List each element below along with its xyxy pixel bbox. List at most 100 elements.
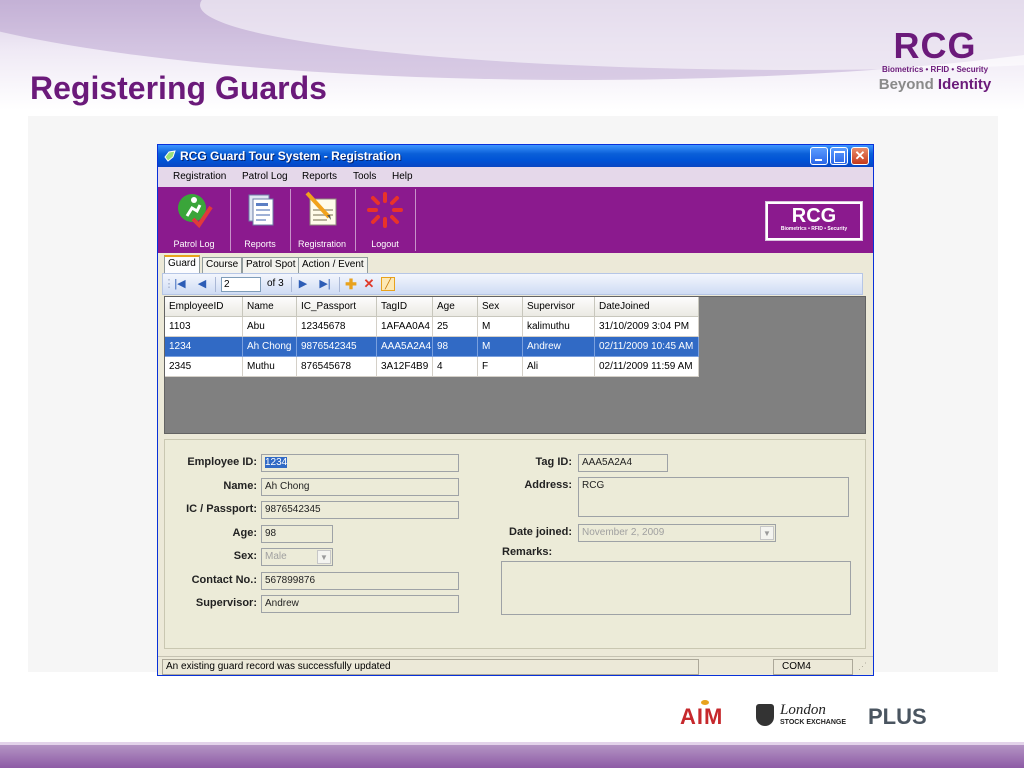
table-cell[interactable]: 1103 <box>165 317 243 337</box>
table-cell[interactable]: Muthu <box>243 357 297 377</box>
brand-slogan: Beyond Identity <box>870 76 1000 93</box>
table-cell[interactable]: 98 <box>433 337 478 357</box>
close-button[interactable]: ✕ <box>851 147 869 165</box>
contact-field[interactable]: 567899876 <box>261 572 459 590</box>
passport-field[interactable]: 9876542345 <box>261 501 459 519</box>
table-cell[interactable]: Ali <box>523 357 595 377</box>
table-cell[interactable]: M <box>478 317 523 337</box>
navigator-separator <box>215 277 216 292</box>
status-bar: An existing guard record was successfull… <box>158 656 873 675</box>
registration-button[interactable]: Registration <box>291 189 353 251</box>
table-cell[interactable]: 9876542345 <box>297 337 377 357</box>
minimize-button[interactable] <box>810 147 828 165</box>
title-bar[interactable]: RCG Guard Tour System - Registration ✕ <box>158 145 873 167</box>
remarks-field[interactable] <box>501 561 851 615</box>
supervisor-field[interactable]: Andrew <box>261 595 459 613</box>
toolbar-separator <box>415 189 416 251</box>
calendar-dropdown-icon[interactable]: ▼ <box>760 526 774 540</box>
column-header[interactable]: DateJoined <box>595 297 699 317</box>
reports-icon <box>248 194 274 226</box>
table-cell[interactable]: 2345 <box>165 357 243 377</box>
tag-id-field[interactable]: AAA5A2A4 <box>578 454 668 472</box>
table-cell[interactable]: F <box>478 357 523 377</box>
tab-patrol-spot[interactable]: Patrol Spot <box>242 257 300 273</box>
status-port: COM4 <box>773 659 853 675</box>
rcg-brand-logo: RCG Biometrics • RFID • Security Beyond … <box>870 28 1000 94</box>
registration-icon <box>305 191 337 226</box>
guard-data-grid: EmployeeID Name IC_Passport TagID Age Sex Supe… <box>164 296 866 434</box>
table-cell[interactable]: 3A12F4B9 <box>377 357 433 377</box>
date-joined-value: November 2, 2009 <box>582 527 665 538</box>
supervisor-label: Supervisor: <box>195 597 257 609</box>
table-cell[interactable]: 31/10/2009 3:04 PM <box>595 317 699 337</box>
column-header[interactable]: TagID <box>377 297 433 317</box>
table-cell[interactable]: M <box>478 337 523 357</box>
logout-button[interactable]: Logout <box>356 189 414 251</box>
column-header[interactable]: Supervisor <box>523 297 595 317</box>
table-cell[interactable]: 876545678 <box>297 357 377 377</box>
brand-slogan-prefix: Beyond <box>878 76 934 93</box>
table-cell[interactable]: 02/11/2009 10:45 AM <box>595 337 699 357</box>
slide-title: Registering Guards <box>30 70 327 106</box>
tab-course[interactable]: Course <box>202 257 243 273</box>
column-header[interactable]: IC_Passport <box>297 297 377 317</box>
table-cell[interactable]: kalimuthu <box>523 317 595 337</box>
brand-tagline: Biometrics • RFID • Security <box>881 65 989 74</box>
table-cell[interactable]: 12345678 <box>297 317 377 337</box>
last-record-icon[interactable]: ▶| <box>318 277 332 291</box>
age-label: Age: <box>232 527 257 539</box>
tab-action-event[interactable]: Action / Event <box>298 257 368 273</box>
resize-grip-icon[interactable]: ⋰ <box>858 661 870 673</box>
menu-registration[interactable]: Registration <box>173 171 226 182</box>
table-cell[interactable]: 02/11/2009 11:59 AM <box>595 357 699 377</box>
menu-bar: Registration Patrol Log Reports Tools He… <box>158 167 873 187</box>
window-title: RCG Guard Tour System - Registration <box>180 149 402 163</box>
table-cell[interactable]: Abu <box>243 317 297 337</box>
patrol-log-label: Patrol Log <box>173 239 215 249</box>
table-cell[interactable]: Andrew <box>523 337 595 357</box>
menu-patrol-log[interactable]: Patrol Log <box>242 171 288 182</box>
status-message: An existing guard record was successfull… <box>162 659 699 675</box>
close-icon: ✕ <box>854 148 866 163</box>
sex-dropdown[interactable]: Male ▼ <box>261 548 333 566</box>
table-cell[interactable]: 1AFAA0A4 <box>377 317 433 337</box>
add-record-icon[interactable]: ✚ <box>344 277 358 291</box>
date-joined-picker[interactable]: November 2, 2009 ▼ <box>578 524 776 542</box>
runner-check-icon <box>178 194 213 229</box>
name-label: Name: <box>223 480 257 492</box>
employee-id-label: Employee ID: <box>187 456 257 468</box>
table-cell[interactable]: 1234 <box>165 337 243 357</box>
patrol-log-button[interactable]: Patrol Log <box>162 189 226 251</box>
name-field[interactable]: Ah Chong <box>261 478 459 496</box>
table-cell[interactable]: AAA5A2A4 <box>377 337 433 357</box>
column-header[interactable]: EmployeeID <box>165 297 243 317</box>
reports-button[interactable]: Reports <box>232 189 288 251</box>
guard-detail-form: Employee ID: 1234 Name: Ah Chong IC / Pa… <box>164 439 866 649</box>
address-field[interactable]: RCG <box>578 477 849 517</box>
record-position-input[interactable]: 2 <box>221 277 261 292</box>
maximize-button[interactable] <box>830 147 848 165</box>
chevron-down-icon[interactable]: ▼ <box>317 550 331 564</box>
tab-guard[interactable]: Guard <box>164 255 200 273</box>
table-cell[interactable]: 25 <box>433 317 478 337</box>
first-record-icon[interactable]: |◀ <box>173 277 187 291</box>
column-header[interactable]: Sex <box>478 297 523 317</box>
column-header[interactable]: Name <box>243 297 297 317</box>
menu-help[interactable]: Help <box>392 171 413 182</box>
slide: Registering Guards RCG Biometrics • RFID… <box>0 0 1024 768</box>
menu-reports[interactable]: Reports <box>302 171 337 182</box>
delete-record-icon[interactable]: ✕ <box>362 277 376 291</box>
table-cell[interactable]: Ah Chong <box>243 337 297 357</box>
tag-id-label: Tag ID: <box>535 456 572 468</box>
next-record-icon[interactable]: ▶ <box>296 277 310 291</box>
toolbar-rcg-logo: RCG Biometrics • RFID • Security <box>765 201 863 241</box>
employee-id-field[interactable]: 1234 <box>261 454 459 472</box>
edit-record-icon[interactable]: ╱ <box>381 277 395 291</box>
column-header[interactable]: Age <box>433 297 478 317</box>
date-joined-label: Date joined: <box>509 526 572 538</box>
age-field[interactable]: 98 <box>261 525 333 543</box>
toolbar-logo-name: RCG <box>791 205 837 227</box>
table-cell[interactable]: 4 <box>433 357 478 377</box>
menu-tools[interactable]: Tools <box>353 171 376 182</box>
previous-record-icon[interactable]: ◀ <box>195 277 209 291</box>
